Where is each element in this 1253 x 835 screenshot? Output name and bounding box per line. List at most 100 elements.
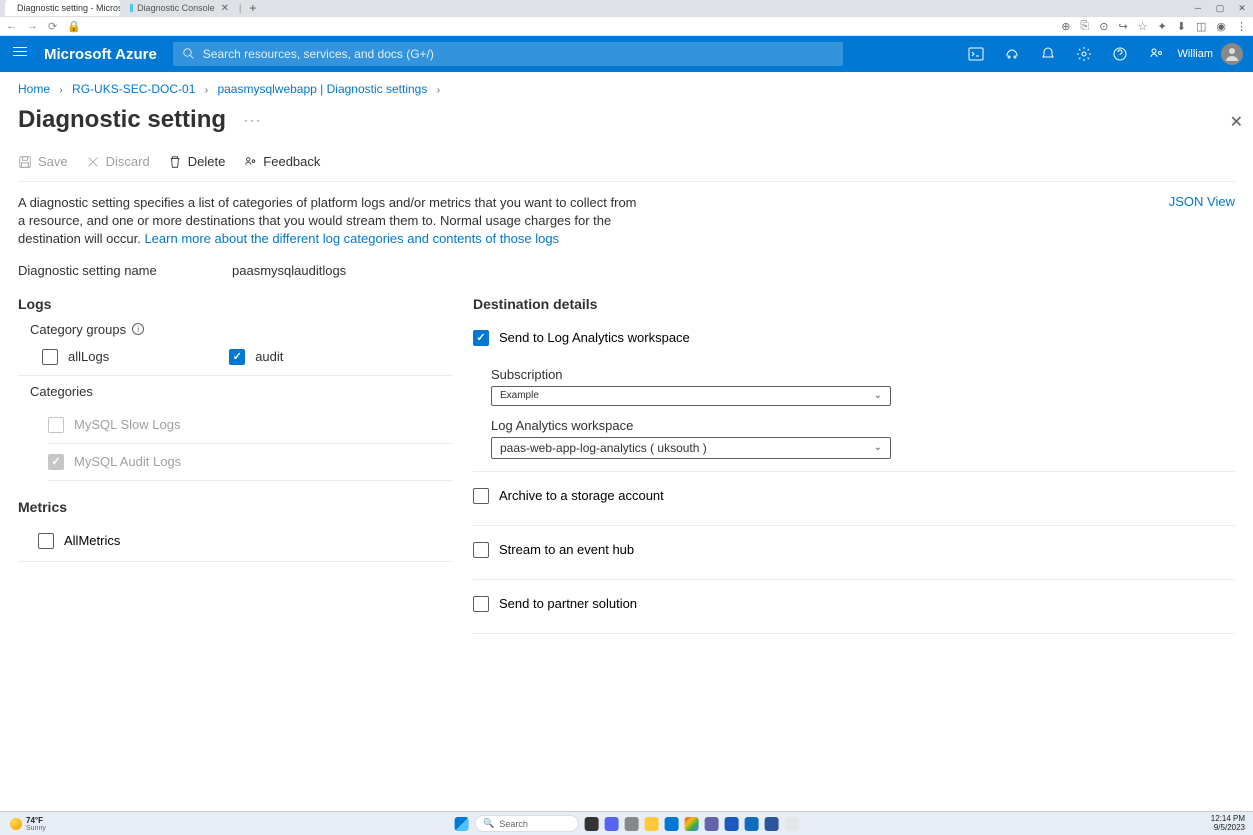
command-bar: Save Discard Delete Feedback	[18, 148, 1235, 182]
explorer-icon[interactable]	[645, 817, 659, 831]
gear-icon[interactable]	[1076, 46, 1092, 62]
sun-icon	[10, 818, 22, 830]
categories-label: Categories	[30, 384, 453, 399]
discard-icon	[86, 155, 100, 169]
start-icon[interactable]	[454, 817, 468, 831]
checkbox-checked-disabled	[48, 454, 64, 470]
edge-icon[interactable]	[665, 817, 679, 831]
feedback-nav-icon[interactable]	[1148, 46, 1164, 62]
app-icon[interactable]	[605, 817, 619, 831]
setting-name-label: Diagnostic setting name	[18, 263, 232, 278]
new-tab-button[interactable]: +	[241, 1, 264, 15]
reload-icon[interactable]: ⟳	[48, 20, 57, 33]
help-icon[interactable]	[1112, 46, 1128, 62]
tab-title: Diagnostic setting - Microsoft A	[17, 3, 120, 13]
workspace-label: Log Analytics workspace	[491, 418, 1235, 433]
close-window-icon[interactable]: ✕	[1231, 0, 1253, 16]
browser-tab-inactive[interactable]: Diagnostic Console ✕	[122, 0, 237, 16]
hamburger-icon	[13, 44, 27, 59]
taskview-icon[interactable]	[585, 817, 599, 831]
app-icon[interactable]	[765, 817, 779, 831]
law-destination[interactable]: Send to Log Analytics workspace	[473, 322, 1235, 355]
app-icon[interactable]	[785, 817, 799, 831]
extensions-icon[interactable]: ✦	[1158, 20, 1167, 33]
share-icon[interactable]: ↪	[1118, 20, 1127, 33]
checkbox-unchecked[interactable]	[38, 533, 54, 549]
checkbox-unchecked[interactable]	[473, 542, 489, 558]
search-icon	[183, 48, 195, 60]
chrome-icon[interactable]	[685, 817, 699, 831]
alllogs-option[interactable]: allLogs	[42, 349, 109, 365]
learn-more-link[interactable]: Learn more about the different log categ…	[144, 231, 559, 246]
chevron-right-icon: ›	[205, 85, 208, 96]
profile-icon[interactable]: ◉	[1216, 20, 1226, 33]
storage-destination[interactable]: Archive to a storage account	[473, 480, 1235, 513]
news-icon[interactable]: ◫	[1196, 20, 1206, 33]
save-icon	[18, 155, 32, 169]
save-button[interactable]: Save	[18, 154, 68, 169]
workspace-select[interactable]: paas-web-app-log-analytics ( uksouth ) ⌄	[491, 437, 891, 459]
metrics-heading: Metrics	[18, 499, 453, 515]
app-icon[interactable]	[745, 817, 759, 831]
tab-favicon	[130, 4, 133, 12]
menu-toggle[interactable]	[0, 44, 40, 64]
delete-icon	[168, 155, 182, 169]
discard-button[interactable]: Discard	[86, 154, 150, 169]
search-input[interactable]	[203, 47, 833, 61]
zoom-icon[interactable]: ⊙	[1099, 20, 1108, 33]
subscription-label: Subscription	[491, 367, 1235, 382]
allmetrics-option[interactable]: AllMetrics	[18, 525, 453, 562]
breadcrumb-rg[interactable]: RG-UKS-SEC-DOC-01	[72, 82, 195, 96]
tab-close-icon[interactable]: ✕	[221, 3, 229, 14]
cloudshell-icon[interactable]	[968, 46, 984, 62]
checkbox-unchecked[interactable]	[473, 488, 489, 504]
copilot-icon[interactable]	[1004, 46, 1020, 62]
checkbox-checked[interactable]	[473, 330, 489, 346]
delete-button[interactable]: Delete	[168, 154, 226, 169]
star-icon[interactable]: ☆	[1138, 20, 1148, 33]
menu-icon[interactable]: ⋮	[1236, 20, 1247, 33]
breadcrumb: Home › RG-UKS-SEC-DOC-01 › paasmysqlweba…	[0, 72, 1253, 102]
restore-icon[interactable]: ▢	[1209, 0, 1231, 16]
ext-icon[interactable]: ⊕	[1061, 20, 1070, 33]
checkbox-unchecked[interactable]	[473, 596, 489, 612]
global-search[interactable]	[173, 42, 843, 66]
close-blade-icon[interactable]: ✕	[1220, 108, 1253, 136]
more-actions-icon[interactable]: ···	[244, 113, 262, 127]
subscription-select[interactable]: Example ⌄	[491, 386, 891, 406]
taskbar-search[interactable]: 🔍 Search	[474, 815, 579, 832]
ext-icon2[interactable]: ⎘	[1080, 20, 1089, 33]
avatar	[1221, 43, 1243, 65]
chevron-down-icon: ⌄	[874, 390, 882, 401]
weather-widget[interactable]: 74°F Sunny	[0, 816, 46, 832]
chevron-right-icon: ›	[437, 85, 440, 96]
info-icon[interactable]: i	[132, 323, 144, 335]
logs-heading: Logs	[18, 296, 453, 312]
lock-icon: 🔒	[67, 20, 81, 33]
breadcrumb-resource[interactable]: paasmysqlwebapp | Diagnostic settings	[217, 82, 427, 96]
user-menu[interactable]: William	[1178, 43, 1253, 65]
audit-logs-option: MySQL Audit Logs	[48, 444, 453, 481]
eventhub-destination[interactable]: Stream to an event hub	[473, 534, 1235, 567]
feedback-button[interactable]: Feedback	[243, 154, 320, 169]
forward-icon[interactable]: →	[27, 20, 38, 32]
app-icon[interactable]	[625, 817, 639, 831]
browser-tab-strip: Diagnostic setting - Microsoft A ✕ Diagn…	[0, 0, 1253, 16]
clock[interactable]: 12:14 PM 9/5/2023	[1211, 815, 1245, 833]
checkbox-disabled	[48, 417, 64, 433]
audit-option[interactable]: audit	[229, 349, 283, 365]
checkbox-unchecked[interactable]	[42, 349, 58, 365]
minimize-icon[interactable]: ─	[1187, 0, 1209, 16]
word-icon[interactable]	[725, 817, 739, 831]
breadcrumb-home[interactable]: Home	[18, 82, 50, 96]
feedback-label: Feedback	[263, 154, 320, 169]
bell-icon[interactable]	[1040, 46, 1056, 62]
browser-tab-active[interactable]: Diagnostic setting - Microsoft A ✕	[5, 0, 120, 16]
json-view-link[interactable]: JSON View	[1169, 194, 1235, 249]
download-icon[interactable]: ⬇	[1177, 20, 1186, 33]
teams-icon[interactable]	[705, 817, 719, 831]
checkbox-checked[interactable]	[229, 349, 245, 365]
partner-destination[interactable]: Send to partner solution	[473, 588, 1235, 621]
search-icon: 🔍	[483, 818, 494, 829]
back-icon[interactable]: ←	[6, 20, 17, 32]
